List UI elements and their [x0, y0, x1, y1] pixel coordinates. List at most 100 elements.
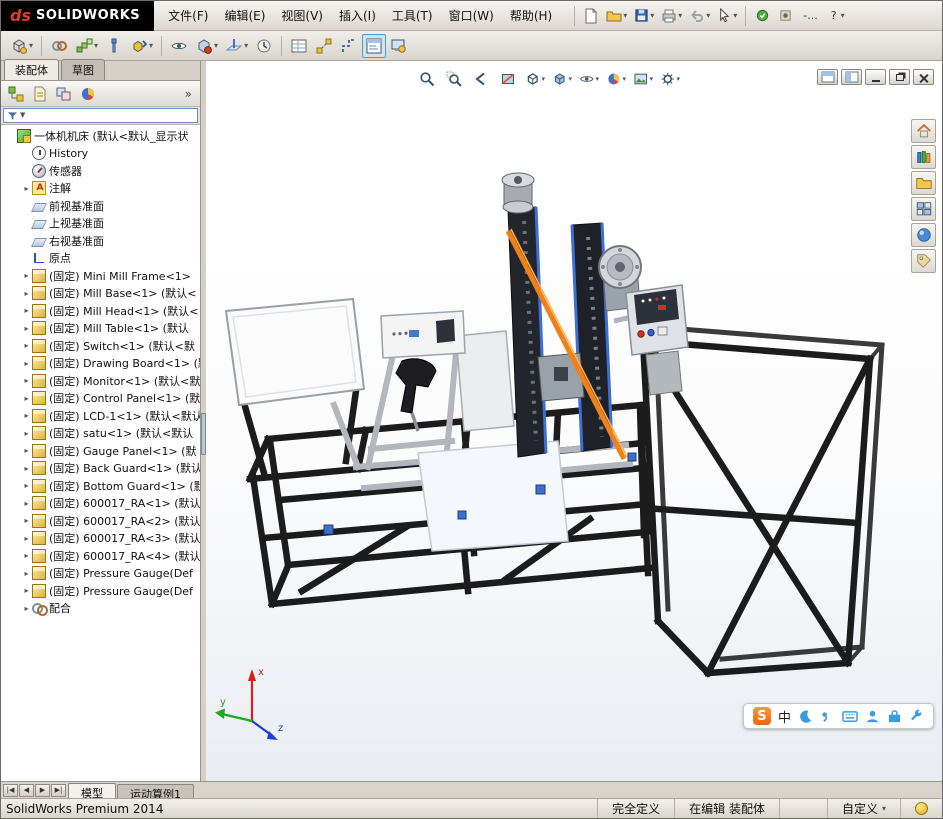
feature-tree-tab[interactable] — [6, 84, 26, 104]
menu-item[interactable]: 帮助(H) — [502, 3, 560, 28]
status-custom-dropdown[interactable]: 自定义 ▾ — [826, 799, 900, 818]
expand-arrow-icon[interactable]: ▸ — [21, 499, 32, 508]
display-manager-tab[interactable] — [78, 84, 98, 104]
tree-item[interactable]: ▸ (固定) Pressure Gauge(Def — [1, 565, 200, 583]
menu-item[interactable]: 文件(F) — [160, 3, 216, 28]
toolbar-overflow-button[interactable]: -... — [797, 4, 823, 28]
tree-item[interactable]: ▸ (固定) 600017_RA<3> (默认 — [1, 530, 200, 548]
tree-item[interactable]: ▸ (固定) Bottom Guard<1> (默 — [1, 477, 200, 495]
split-vertical-button[interactable] — [841, 69, 862, 85]
expand-arrow-icon[interactable]: ▸ — [21, 324, 32, 333]
tree-item[interactable]: ▸ 配合 — [1, 600, 200, 618]
expand-arrow-icon[interactable]: ▸ — [21, 394, 32, 403]
expand-arrow-icon[interactable]: ▸ — [21, 516, 32, 525]
tree-item[interactable]: ▸ (固定) Mill Base<1> (默认< — [1, 285, 200, 303]
move-component-button[interactable]: ▾ — [127, 34, 156, 58]
tree-item[interactable]: 前视基准面 — [1, 197, 200, 215]
help-button[interactable]: ? ▾ — [825, 4, 848, 28]
expand-arrow-icon[interactable]: ▸ — [21, 551, 32, 560]
tab-nav-arrow-button[interactable]: ▶| — [51, 783, 66, 797]
tree-filter-input[interactable]: ▼ — [3, 108, 198, 123]
ime-soft-keyboard-icon[interactable] — [842, 709, 858, 724]
expand-arrow-icon[interactable]: ▸ — [21, 446, 32, 455]
assembly-visualization-button[interactable] — [362, 33, 387, 58]
section-view-button[interactable] — [497, 69, 519, 89]
tree-item[interactable]: ▸ (固定) Mini Mill Frame<1> — [1, 267, 200, 285]
zoom-fit-button[interactable] — [416, 69, 438, 89]
tree-item[interactable]: ▸ (固定) satu<1> (默认<默认 — [1, 425, 200, 443]
undo-button[interactable]: ▾ — [686, 4, 713, 28]
sogou-logo[interactable]: S — [752, 707, 771, 725]
menu-item[interactable]: 视图(V) — [273, 3, 331, 28]
tree-item[interactable]: ▸ (固定) Control Panel<1> (默 — [1, 390, 200, 408]
tree-item[interactable]: 右视基准面 — [1, 232, 200, 250]
tree-item[interactable]: History — [1, 145, 200, 163]
tree-item[interactable]: ▸ 注解 — [1, 180, 200, 198]
menu-item[interactable]: 窗口(W) — [441, 3, 502, 28]
expand-arrow-icon[interactable]: ▸ — [21, 359, 32, 368]
reference-geometry-button[interactable]: ▾ — [222, 34, 251, 58]
expand-arrow-icon[interactable]: ▸ — [21, 306, 32, 315]
tree-item[interactable]: 一体机机床 (默认<默认_显示状 — [1, 127, 200, 145]
rebuild-button[interactable] — [751, 4, 773, 28]
restore-button[interactable] — [889, 69, 910, 85]
design-library-tab[interactable] — [911, 145, 936, 169]
panel-overflow-chevron[interactable]: » — [185, 87, 195, 101]
save-button[interactable]: ▾ — [631, 4, 657, 28]
apply-scene-button[interactable] — [632, 69, 654, 89]
menu-item[interactable]: 插入(I) — [331, 3, 384, 28]
tree-item[interactable]: ▸ (固定) Mill Table<1> (默认 — [1, 320, 200, 338]
expand-arrow-icon[interactable]: ▸ — [21, 569, 32, 578]
tree-item[interactable]: ▸ (固定) LCD-1<1> (默认<默认 — [1, 407, 200, 425]
custom-properties-tab[interactable] — [911, 249, 936, 273]
expand-arrow-icon[interactable]: ▸ — [21, 341, 32, 350]
tree-item[interactable]: ▸ (固定) Monitor<1> (默认<默 — [1, 372, 200, 390]
mate-button[interactable] — [47, 34, 71, 58]
select-button[interactable]: ▾ — [714, 4, 740, 28]
expand-arrow-icon[interactable]: ▸ — [21, 604, 32, 613]
open-button[interactable]: ▾ — [603, 4, 630, 28]
solidworks-resources-tab[interactable] — [911, 119, 936, 143]
hide-show-items-button[interactable] — [578, 69, 600, 89]
configuration-manager-tab[interactable] — [54, 84, 74, 104]
ime-wrench-icon[interactable] — [909, 709, 924, 724]
view-settings-button[interactable] — [659, 69, 681, 89]
ime-fullwidth-moon-icon[interactable] — [798, 709, 813, 724]
tree-item[interactable]: ▸ (固定) 600017_RA<1> (默认 — [1, 495, 200, 513]
tree-item[interactable]: ▸ (固定) 600017_RA<2> (默认 — [1, 512, 200, 530]
ime-punctuation-icon[interactable] — [820, 709, 835, 724]
expand-arrow-icon[interactable]: ▸ — [21, 586, 32, 595]
zoom-to-area-button[interactable] — [443, 69, 465, 89]
property-manager-tab[interactable] — [30, 84, 50, 104]
quick-tips-segment[interactable] — [900, 799, 942, 818]
expand-arrow-icon[interactable]: ▸ — [21, 534, 32, 543]
study-tab[interactable]: 运动算例1 — [117, 784, 194, 801]
expand-arrow-icon[interactable]: ▸ — [21, 411, 32, 420]
appearances-scenes-tab[interactable] — [911, 223, 936, 247]
edit-appearance-button[interactable] — [605, 69, 627, 89]
expand-arrow-icon[interactable]: ▸ — [21, 376, 32, 385]
ime-user-icon[interactable] — [865, 709, 880, 724]
ime-chinese-mode[interactable]: 中 — [778, 707, 791, 726]
tree-item[interactable]: ▸ (固定) Switch<1> (默认<默 — [1, 337, 200, 355]
expand-arrow-icon[interactable]: ▸ — [21, 271, 32, 280]
tab-nav-arrow-button[interactable]: |◀ — [3, 783, 18, 797]
panel-tab[interactable]: 草图 — [61, 59, 105, 80]
exploded-view-button[interactable] — [312, 34, 336, 58]
menu-item[interactable]: 编辑(E) — [216, 3, 273, 28]
linear-component-pattern-button[interactable]: ▾ — [72, 34, 101, 58]
split-horizontal-button[interactable] — [817, 69, 838, 85]
explode-line-sketch-button[interactable] — [337, 34, 361, 58]
tree-item[interactable]: ▸ (固定) Mill Head<1> (默认< — [1, 302, 200, 320]
tree-item[interactable]: ▸ (固定) Back Guard<1> (默认 — [1, 460, 200, 478]
tab-nav-arrow-button[interactable]: ▶ — [35, 783, 50, 797]
previous-view-button[interactable] — [470, 69, 492, 89]
graphics-area[interactable]: x y z S 中 — [206, 61, 942, 781]
expand-arrow-icon[interactable]: ▸ — [21, 481, 32, 490]
close-button[interactable] — [913, 69, 934, 85]
smart-fasteners-button[interactable] — [102, 34, 126, 58]
ime-toolbar[interactable]: S 中 — [742, 703, 934, 729]
tree-item[interactable]: ▸ (固定) Drawing Board<1> (默 — [1, 355, 200, 373]
menu-item[interactable]: 工具(T) — [384, 3, 441, 28]
tree-item[interactable]: ▸ (固定) 600017_RA<4> (默认 — [1, 547, 200, 565]
